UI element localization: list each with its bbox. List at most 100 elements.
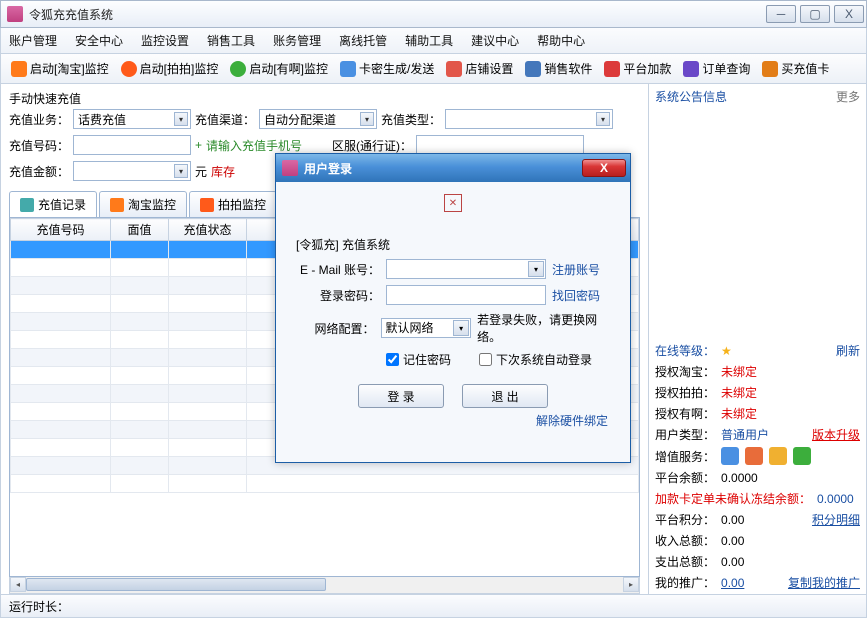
minimize-button[interactable]: ─ xyxy=(766,5,796,23)
tb-shop-settings[interactable]: 店铺设置 xyxy=(442,58,517,79)
auth-tb-label: 授权淘宝： xyxy=(655,363,715,380)
scroll-right-icon[interactable]: ▸ xyxy=(623,577,639,592)
window-titlebar: 令狐充充值系统 ─ ▢ X xyxy=(0,0,867,28)
promo-value[interactable]: 0.00 xyxy=(721,576,744,590)
scroll-thumb[interactable] xyxy=(26,578,326,591)
password-input[interactable] xyxy=(386,285,546,305)
refresh-link[interactable]: 刷新 xyxy=(836,342,860,359)
tab-taobao-monitor[interactable]: 淘宝监控 xyxy=(99,191,187,217)
vas-icon[interactable] xyxy=(721,447,739,465)
remember-checkbox[interactable]: 记住密码 xyxy=(386,351,451,368)
menu-finance[interactable]: 账务管理 xyxy=(273,32,321,49)
points-detail-link[interactable]: 积分明细 xyxy=(812,511,860,528)
vas-icon[interactable] xyxy=(769,447,787,465)
amt-select[interactable]: ▾ xyxy=(73,161,191,181)
num-input[interactable] xyxy=(73,135,191,155)
chevron-down-icon[interactable]: ▾ xyxy=(528,261,544,277)
chevron-down-icon: ▾ xyxy=(360,112,374,126)
close-button[interactable]: X xyxy=(834,5,864,23)
table-row[interactable] xyxy=(11,475,639,493)
tb-paipai-monitor[interactable]: 启动[拍拍]监控 xyxy=(117,58,223,79)
forgot-link[interactable]: 找回密码 xyxy=(552,287,600,304)
runtime-label: 运行时长： xyxy=(9,598,69,615)
notice-area xyxy=(655,109,860,339)
tb-platform-fund[interactable]: 平台加款 xyxy=(600,58,675,79)
area-input[interactable] xyxy=(416,135,584,155)
right-panel: 系统公告信息 更多 在线等级：★刷新 授权淘宝：未绑定 授权拍拍：未绑定 授权有… xyxy=(648,84,866,594)
usertype-label: 用户类型： xyxy=(655,426,715,443)
register-link[interactable]: 注册账号 xyxy=(552,261,600,278)
log-icon xyxy=(20,198,34,212)
quick-recharge-title: 手动快速充值 xyxy=(9,90,640,107)
amt-unit: 元 xyxy=(195,163,207,180)
tb-card-gen[interactable]: 卡密生成/发送 xyxy=(336,58,438,79)
auth-tb-value: 未绑定 xyxy=(721,363,757,380)
paipai-icon xyxy=(200,198,214,212)
shop-icon xyxy=(446,61,462,77)
tb-taobao-monitor[interactable]: 启动[淘宝]监控 xyxy=(7,58,113,79)
promo-label: 我的推广： xyxy=(655,574,715,591)
type-label: 充值类型： xyxy=(381,111,441,128)
menu-offline[interactable]: 离线托管 xyxy=(339,32,387,49)
menu-security[interactable]: 安全中心 xyxy=(75,32,123,49)
star-icon: ★ xyxy=(721,344,732,358)
vas-label: 增值服务： xyxy=(655,448,715,465)
dialog-title: 用户登录 xyxy=(304,160,582,177)
horizontal-scrollbar[interactable]: ◂ ▸ xyxy=(9,577,640,594)
dialog-close-button[interactable]: X xyxy=(582,159,626,177)
order-icon xyxy=(683,61,699,77)
fund-icon xyxy=(604,61,620,77)
card-icon xyxy=(340,61,356,77)
menu-account[interactable]: 账户管理 xyxy=(9,32,57,49)
th-num[interactable]: 充值号码 xyxy=(11,219,111,241)
biz-select[interactable]: 话费充值▾ xyxy=(73,109,191,129)
menu-tools[interactable]: 辅助工具 xyxy=(405,32,453,49)
auth-yz-value: 未绑定 xyxy=(721,405,757,422)
exit-button[interactable]: 退 出 xyxy=(462,384,548,408)
menu-sales[interactable]: 销售工具 xyxy=(207,32,255,49)
vas-icon[interactable] xyxy=(745,447,763,465)
chevron-down-icon: ▾ xyxy=(174,164,188,178)
tab-paipai-monitor[interactable]: 拍拍监控 xyxy=(189,191,277,217)
th-value[interactable]: 面值 xyxy=(111,219,169,241)
unbind-link[interactable]: 解除硬件绑定 xyxy=(536,414,608,428)
login-dialog: 用户登录 X ✕ [令狐充] 充值系统 E - Mail 账号： ▾ 注册账号 … xyxy=(275,153,631,463)
menu-help[interactable]: 帮助中心 xyxy=(537,32,585,49)
auth-yz-label: 授权有啊： xyxy=(655,405,715,422)
usertype-value[interactable]: 普通用户 xyxy=(721,426,769,443)
notice-title: 系统公告信息 xyxy=(655,88,727,105)
login-button[interactable]: 登 录 xyxy=(358,384,444,408)
type-select[interactable]: ▾ xyxy=(445,109,613,129)
password-label: 登录密码： xyxy=(294,287,380,304)
youa-icon xyxy=(230,61,246,77)
dialog-sys-name: [令狐充] 充值系统 xyxy=(296,236,612,253)
net-select[interactable]: 默认网络▾ xyxy=(381,318,472,338)
autologin-checkbox[interactable]: 下次系统自动登录 xyxy=(479,351,592,368)
vas-icon[interactable] xyxy=(793,447,811,465)
paipai-icon xyxy=(121,61,137,77)
taobao-icon xyxy=(11,61,27,77)
chevron-down-icon: ▾ xyxy=(596,112,610,126)
notice-more[interactable]: 更多 xyxy=(836,88,860,105)
email-input[interactable]: ▾ xyxy=(386,259,546,279)
amt-label: 充值金额： xyxy=(9,163,69,180)
menubar: 账户管理 安全中心 监控设置 销售工具 账务管理 离线托管 辅助工具 建议中心 … xyxy=(0,28,867,54)
freeze-label: 加款卡定单未确认冻结余额： xyxy=(655,490,811,507)
tab-recharge-log[interactable]: 充值记录 xyxy=(9,191,97,217)
tb-order-query[interactable]: 订单查询 xyxy=(679,58,754,79)
stock-label: 库存 xyxy=(211,163,235,180)
menu-suggest[interactable]: 建议中心 xyxy=(471,32,519,49)
channel-select[interactable]: 自动分配渠道▾ xyxy=(259,109,377,129)
promo-copy-link[interactable]: 复制我的推广 xyxy=(788,574,860,591)
tb-buy-card[interactable]: 买充值卡 xyxy=(758,58,833,79)
menu-monitor[interactable]: 监控设置 xyxy=(141,32,189,49)
tb-sales-software[interactable]: 销售软件 xyxy=(521,58,596,79)
chevron-down-icon[interactable]: ▾ xyxy=(453,320,469,336)
dialog-icon xyxy=(282,160,298,176)
dialog-titlebar[interactable]: 用户登录 X xyxy=(276,154,630,182)
maximize-button[interactable]: ▢ xyxy=(800,5,830,23)
th-status[interactable]: 充值状态 xyxy=(169,219,247,241)
tb-youa-monitor[interactable]: 启动[有啊]监控 xyxy=(226,58,332,79)
upgrade-link[interactable]: 版本升级 xyxy=(812,426,860,443)
scroll-left-icon[interactable]: ◂ xyxy=(10,577,26,592)
